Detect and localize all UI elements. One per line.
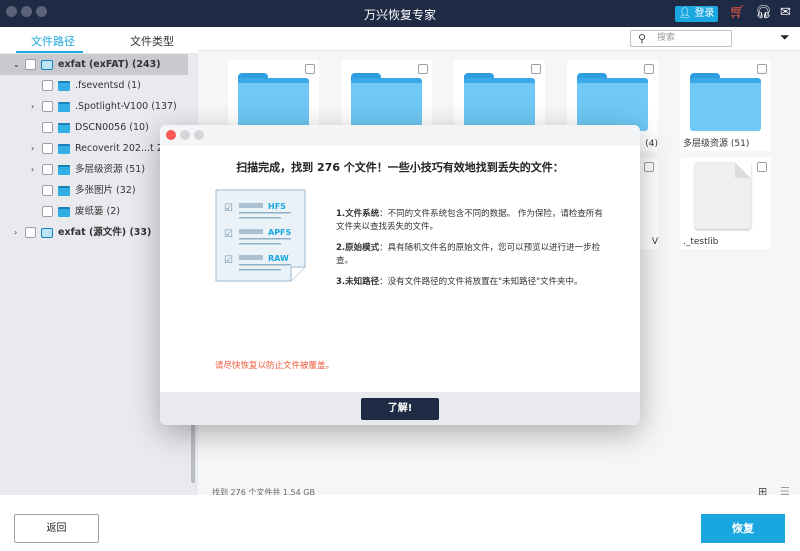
checkbox[interactable]: [42, 185, 53, 196]
fs-label: RAW: [268, 254, 289, 263]
chevron-right-icon[interactable]: ›: [31, 96, 34, 117]
tree-item-label: 废纸篓 (2): [75, 206, 120, 217]
bottom-bar: 返回 恢复: [0, 495, 800, 551]
tip-item: 2.原始模式：具有随机文件名的原始文件，您可以预览以进行进一步检查。: [336, 243, 601, 266]
folder-icon: [690, 73, 761, 131]
file-card[interactable]: 多层级资源 (51): [680, 60, 771, 151]
checkbox[interactable]: [42, 206, 53, 217]
checkbox-icon: ☑: [224, 203, 233, 214]
checkbox[interactable]: [757, 64, 767, 74]
active-tab-indicator: [16, 51, 83, 53]
tree-item-label: 多层级资源 (51): [75, 164, 146, 175]
tips-list: 1.文件系统：不同的文件系统包含不同的数据。 作为保险，请检查所有文件夹以查找丢…: [336, 208, 606, 297]
user-icon: 👤︎: [678, 8, 692, 19]
recover-button[interactable]: 恢复: [701, 514, 785, 543]
folder-icon: [58, 102, 70, 112]
folder-icon: [577, 73, 648, 131]
checkbox[interactable]: [42, 80, 53, 91]
folder-icon: [58, 207, 70, 217]
folder-icon: [58, 165, 70, 175]
search-placeholder: 搜索: [657, 33, 676, 43]
tree-item-label: .Spotlight-V100 (137): [75, 101, 177, 112]
chevron-right-icon[interactable]: ›: [31, 138, 34, 159]
drive-icon: [41, 228, 53, 238]
file-icon: [695, 162, 751, 229]
checkbox[interactable]: [531, 64, 541, 74]
tree-item-label: 多张图片 (32): [75, 185, 136, 196]
checkbox[interactable]: [418, 64, 428, 74]
folder-icon: [238, 73, 309, 131]
file-card[interactable]: ._testlib: [680, 158, 771, 249]
drive-icon: [41, 60, 53, 70]
checkbox-icon: ☑: [224, 255, 233, 266]
filesystem-checklist-illustration: ☑ HFS ☑ APFS ☑ RAW: [215, 189, 306, 282]
file-card-label: ._testlib: [683, 237, 719, 247]
folder-icon: [351, 73, 422, 131]
warning-text: 请尽快恢复以防止文件被覆盖。: [215, 361, 335, 371]
checkbox-icon: ☑: [224, 229, 233, 240]
folder-icon: [58, 186, 70, 196]
folder-icon: [58, 81, 70, 91]
tree-item-label: exfat (源文件) (33): [58, 227, 152, 238]
dialog-close-button[interactable]: [166, 130, 176, 140]
folder-icon: [464, 73, 535, 131]
back-button[interactable]: 返回: [14, 514, 99, 543]
tree-item[interactable]: › .Spotlight-V100 (137): [0, 96, 188, 117]
tab-file-type[interactable]: 文件类型: [130, 33, 174, 49]
checkbox[interactable]: [25, 227, 36, 238]
tip-item: 1.文件系统：不同的文件系统包含不同的数据。 作为保险，请检查所有文件夹以查找丢…: [336, 209, 603, 232]
checkbox[interactable]: [644, 64, 654, 74]
cart-icon[interactable]: 🛒︎: [729, 5, 746, 20]
dialog-heading: 扫描完成，找到 276 个文件！一些小技巧有效地找到丢失的文件：: [236, 161, 564, 174]
chevron-down-icon[interactable]: ⌄: [13, 54, 20, 75]
login-label: 登录: [694, 8, 715, 19]
dialog-zoom-button: [194, 130, 204, 140]
fs-label: APFS: [268, 228, 292, 237]
folder-icon: [58, 144, 70, 154]
filter-icon[interactable]: ⏷: [780, 30, 790, 45]
headset-icon[interactable]: 🎧︎: [755, 5, 772, 20]
checkbox[interactable]: [42, 101, 53, 112]
file-card-label: 多层级资源 (51): [683, 139, 750, 149]
checkbox[interactable]: [42, 122, 53, 133]
checkbox[interactable]: [644, 162, 654, 172]
fs-label: HFS: [268, 202, 286, 211]
tree-item[interactable]: ⌄ exfat (exFAT) (243): [0, 54, 188, 75]
tree-item-label: .fseventsd (1): [75, 80, 141, 91]
tab-file-path[interactable]: 文件路径: [31, 33, 75, 49]
folder-icon: [58, 123, 70, 133]
checkbox[interactable]: [25, 59, 36, 70]
title-bar: 万兴恢复专家 👤︎ 登录 🛒︎ 🎧︎ ✉: [0, 0, 800, 27]
checkbox[interactable]: [42, 164, 53, 175]
tree-item-label: exfat (exFAT) (243): [58, 59, 161, 70]
dialog-minimize-button: [180, 130, 190, 140]
got-it-button[interactable]: 了解!: [361, 398, 439, 420]
file-card-label: V: [651, 237, 658, 247]
tree-item-label: DSCN0056 (10): [75, 122, 149, 133]
tree-item[interactable]: .fseventsd (1): [0, 75, 188, 96]
login-button[interactable]: 👤︎ 登录: [675, 6, 718, 22]
checkbox[interactable]: [42, 143, 53, 154]
file-card-label: (4): [645, 139, 658, 149]
scan-complete-dialog: 扫描完成，找到 276 个文件！一些小技巧有效地找到丢失的文件： ☑ HFS ☑ AP…: [160, 125, 640, 425]
chevron-right-icon[interactable]: ›: [14, 222, 17, 243]
checkbox[interactable]: [757, 162, 767, 172]
search-input[interactable]: ⚲ 搜索: [630, 30, 732, 47]
search-icon: ⚲: [638, 32, 647, 45]
checkbox[interactable]: [305, 64, 315, 74]
mail-icon[interactable]: ✉: [780, 5, 791, 20]
chevron-right-icon[interactable]: ›: [31, 159, 34, 180]
tip-item: 3.未知路径：没有文件路径的文件将放置在"未知路径"文件夹中。: [336, 277, 583, 287]
